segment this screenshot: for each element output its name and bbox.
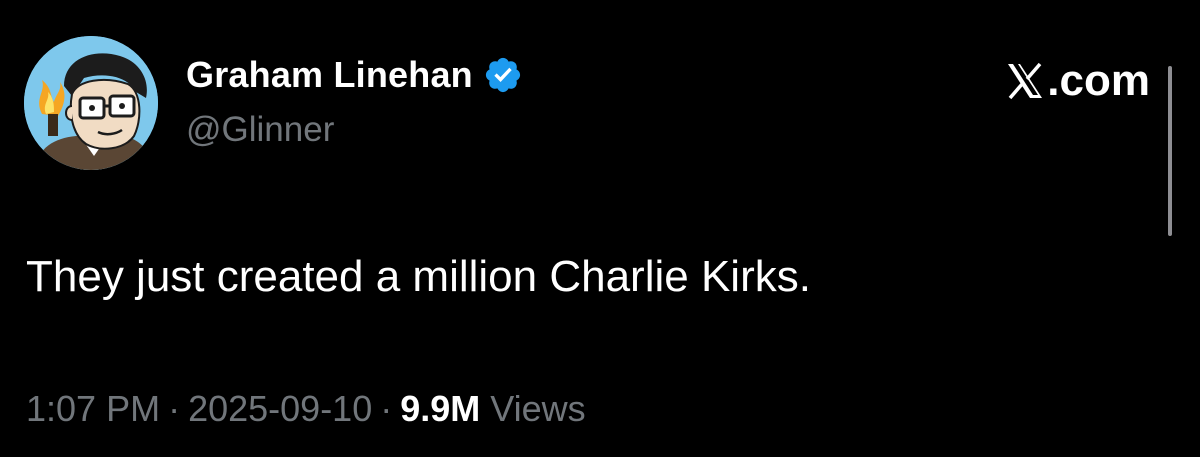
tweet-meta: 1:07 PM · 2025-09-10 · 9.9M Views bbox=[26, 388, 586, 430]
cartoon-avatar-icon bbox=[24, 36, 158, 170]
views-label: Views bbox=[490, 388, 586, 429]
scrollbar[interactable] bbox=[1168, 66, 1172, 236]
tweet-card: Graham Linehan @Glinner .com They just c… bbox=[0, 0, 1200, 457]
author-handle[interactable]: @Glinner bbox=[186, 110, 334, 150]
brand-domain-text: .com bbox=[1047, 56, 1150, 105]
author-display-name[interactable]: Graham Linehan bbox=[186, 54, 473, 96]
views-count: 9.9M bbox=[400, 388, 481, 429]
avatar[interactable] bbox=[24, 36, 158, 170]
tweet-text: They just created a million Charlie Kirk… bbox=[26, 252, 811, 301]
meta-separator: · bbox=[168, 388, 181, 429]
tweet-time[interactable]: 1:07 PM bbox=[26, 388, 160, 429]
verified-badge-icon[interactable] bbox=[483, 55, 523, 95]
tweet-date[interactable]: 2025-09-10 bbox=[188, 388, 372, 429]
meta-separator: · bbox=[380, 388, 393, 429]
x-logo-icon bbox=[1005, 61, 1045, 101]
brand-watermark: .com bbox=[1005, 56, 1150, 106]
author-name-row: Graham Linehan bbox=[186, 50, 523, 100]
